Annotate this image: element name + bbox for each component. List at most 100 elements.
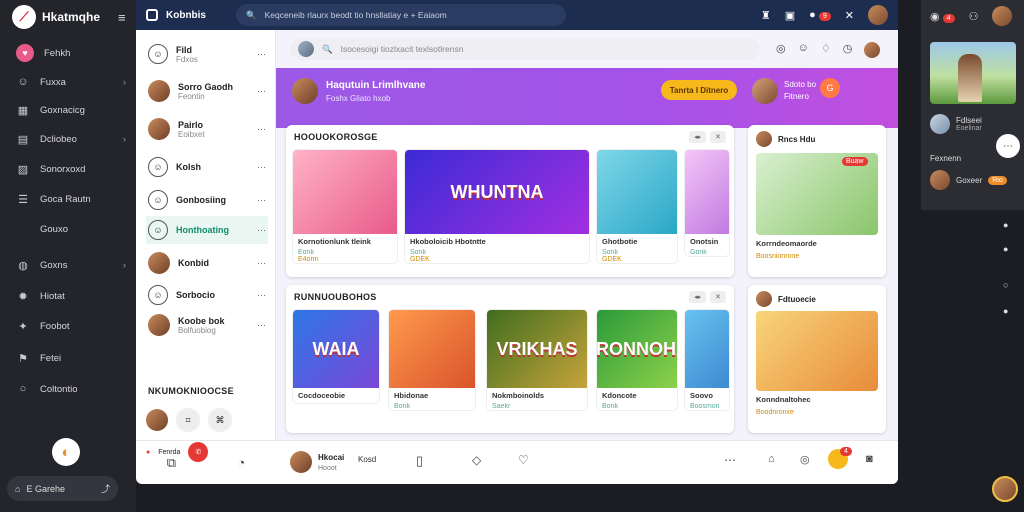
sidebar-item-6[interactable]: Gouxo — [16, 224, 126, 235]
footer-badge: 4 — [840, 447, 852, 456]
chevron-right-icon: › — [122, 260, 126, 271]
more-icon[interactable]: ⋯ — [257, 225, 266, 236]
more-icon[interactable]: ⋯ — [257, 49, 266, 60]
close-button[interactable]: ✕ — [710, 291, 726, 303]
more-icon[interactable]: ⋯ — [257, 320, 266, 331]
more-icon[interactable]: ⋯ — [257, 290, 266, 301]
compass-icon[interactable]: ◎ — [800, 453, 810, 466]
link-icon[interactable]: ⌘ — [208, 408, 232, 432]
close-button[interactable]: ✕ — [710, 131, 726, 143]
section2_cards-card-1[interactable]: Hbidonae Bonk — [388, 309, 476, 411]
app-title[interactable]: Kobnbis — [146, 9, 236, 21]
more-options-button[interactable]: ⋯ — [996, 134, 1020, 158]
sidebar-item-2[interactable]: ▦ Goxnacicg — [16, 104, 126, 117]
sidebar-item-0[interactable]: ♥ Fehkh — [16, 44, 126, 62]
sidebar-item-10[interactable]: ⚑ Fetei — [16, 352, 126, 365]
chat-row-7[interactable]: ☺ Sorbocio ⋯ — [146, 281, 268, 309]
card-thumbnail — [685, 310, 729, 388]
suggestion-row[interactable]: ⌗ ⌘ — [146, 408, 268, 432]
footer-sub-2: Kosd — [358, 455, 377, 464]
user-avatar[interactable] — [868, 5, 888, 25]
chat-row-6[interactable]: Konbid ⋯ — [146, 248, 268, 278]
sidebar-item-9[interactable]: ✦ Foobot — [16, 320, 126, 333]
brand[interactable]: ⟋ Hkatmqhe ≡ — [12, 5, 126, 29]
more-icon[interactable]: ⋯ — [257, 124, 266, 135]
right-row-1[interactable]: Fdlseei Eoelinar — [930, 114, 982, 134]
scroll-dot-2[interactable]: ● — [1003, 244, 1008, 254]
top-search-input[interactable]: 🔍 Keqceneib rlaurx beodt tio hnsllatiay … — [236, 4, 566, 26]
close-icon[interactable]: ✕ — [845, 9, 854, 22]
clock-icon[interactable]: ◷ — [843, 42, 853, 58]
more-icon[interactable]: ⋯ — [257, 86, 266, 97]
emoji-icon[interactable]: ☺ — [798, 42, 809, 58]
right-card-2[interactable]: Fdtuoecie Konndnaltohec Boodnronxe — [748, 285, 886, 433]
section-1-panel: HOOUOKOROSGE ◂▸ ✕ Kornotionlunk tleink Eo… — [286, 125, 734, 277]
compose-icon[interactable]: ◔ — [237, 455, 245, 470]
sidebar-item-4[interactable]: ▨ Sonorxoxd — [16, 163, 126, 176]
more-icon[interactable]: ⋯ — [257, 195, 266, 206]
people-icon[interactable]: ⚇ — [969, 10, 979, 23]
profile-avatar[interactable]: ◐ — [52, 438, 80, 466]
bell-icon[interactable]: ♜ — [761, 9, 771, 22]
document-icon[interactable]: ▯ — [416, 453, 423, 469]
chat-row-8[interactable]: Koobe bok Bolfuobiog ⋯ — [146, 310, 268, 340]
sidebar-item-3[interactable]: ▤ Dcliobeo › — [16, 133, 126, 146]
notification-button[interactable]: ● 9 — [809, 9, 831, 21]
chat-row-5[interactable]: ☺ Honthoating ⋯ — [146, 216, 268, 244]
banner-pill-button[interactable]: G — [820, 78, 840, 98]
sidebar-item-11[interactable]: ○ Coltontio — [16, 383, 126, 395]
card-caption: Hbidonae — [394, 391, 429, 400]
more-icon[interactable]: ⋯ — [257, 162, 266, 173]
chat-row-2[interactable]: Pairlo Eoibxet ⋯ — [146, 114, 268, 144]
user-avatar[interactable] — [992, 6, 1013, 26]
heart-icon: ♥ — [16, 44, 34, 62]
footer-account-button[interactable]: ⌂ E Garehe ⤴ — [7, 476, 118, 501]
collapse-icon[interactable]: ⤴ — [101, 482, 110, 495]
pin-icon[interactable]: ⌗ — [176, 408, 200, 432]
scroll-dot-1[interactable]: ● — [1003, 220, 1008, 230]
sidebar-item-7[interactable]: ◍ Goxns › — [16, 259, 126, 272]
bell-icon[interactable]: ♢ — [821, 42, 831, 58]
chat-row-3[interactable]: ☺ Kolsh ⋯ — [146, 153, 268, 181]
chat-row-0[interactable]: ☺ Fild Fdxos ⋯ — [146, 40, 268, 68]
sidebar-item-1[interactable]: ☺ Fuxxa › — [16, 76, 126, 88]
section2_cards-card-0[interactable]: WAIA Cocdoceobie — [292, 309, 380, 404]
right-preview-image[interactable] — [930, 42, 1016, 104]
floating-avatar[interactable] — [992, 476, 1018, 502]
scroll-dot-4[interactable]: ● — [1003, 306, 1008, 316]
chat-icon[interactable]: ⧉ — [167, 455, 176, 471]
sidebar-item-5[interactable]: ☰ Goca Rautn — [16, 193, 126, 206]
section1_cards-card-1[interactable]: WHUNTNA Hkoboloicib Hbotntte Sonk GDEK — [404, 149, 590, 264]
right-card-1[interactable]: Rncs Hdu Buaw Korrndeomaorde Boosnionron… — [748, 125, 886, 277]
prev-button[interactable]: ◂▸ — [689, 131, 707, 143]
section2_cards-card-3[interactable]: FRONNOHA Kdoncote Bonk — [596, 309, 678, 411]
chat-row-1[interactable]: Sorro Gaodh Feontin ⋯ — [146, 76, 268, 106]
profile-icon[interactable]: ◙ — [866, 453, 873, 465]
user-avatar[interactable] — [864, 42, 881, 58]
section1_cards-card-3[interactable]: Onotsin Gonk — [684, 149, 730, 257]
user-icon: ☺ — [17, 76, 29, 88]
more-icon[interactable]: ⋯ — [724, 453, 736, 467]
section1_cards-card-0[interactable]: Kornotionlunk tleink Eonk E4orm — [292, 149, 398, 264]
bookmark-icon[interactable]: ▣ — [785, 9, 795, 22]
heart-icon[interactable]: ♡ — [518, 453, 529, 467]
hamburger-menu-icon[interactable]: ≡ — [118, 10, 126, 25]
prev-button[interactable]: ◂▸ — [689, 291, 707, 303]
section2_cards-card-2[interactable]: VRIKHAS Nokmboinolds Saekr — [486, 309, 588, 411]
more-icon[interactable]: ⋯ — [257, 258, 266, 269]
chat-icon[interactable]: ◎ — [776, 42, 786, 58]
banner-subtitle: Foshx Gliato hxob — [326, 94, 391, 103]
avatar — [930, 170, 950, 190]
content-search-input[interactable]: 🔍 Isocesoigi tiozlxacit texlsotlrensn — [290, 38, 760, 60]
scroll-dot-3[interactable]: ○ — [1003, 280, 1008, 290]
share-icon[interactable]: ◇ — [472, 453, 481, 467]
section2_cards-card-4[interactable]: Soovo Boosmon — [684, 309, 730, 411]
home-icon[interactable]: ⌂ — [768, 453, 775, 465]
section1_cards-card-2[interactable]: Ghotbotie Sonk GDEK — [596, 149, 678, 264]
globe-icon: ◍ — [18, 260, 28, 272]
camera-icon[interactable]: ◉ 4 — [930, 10, 955, 23]
banner-cta-button[interactable]: Tanrta I Ditnero — [661, 80, 737, 100]
chat-row-4[interactable]: ☺ Gonbosiing ⋯ — [146, 186, 268, 214]
sidebar-item-8[interactable]: ✹ Hiotat — [16, 290, 126, 303]
right-row-3[interactable]: Goxeer Rio — [930, 170, 1007, 190]
